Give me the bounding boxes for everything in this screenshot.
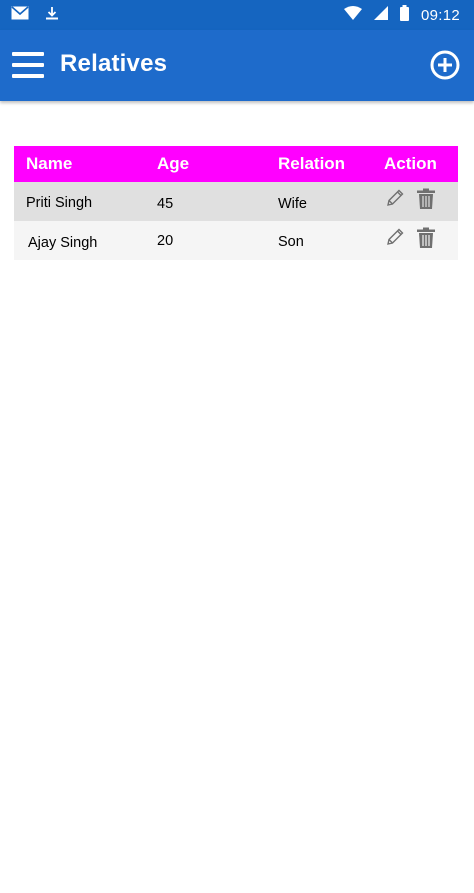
cell-relation: Son [278,234,304,250]
app-bar: Relatives [0,30,474,101]
table-header: Name Age Relation Action [14,146,458,182]
column-header-action: Action [384,154,437,173]
status-bar: 09:12 [0,0,474,30]
add-circle-icon[interactable] [430,50,460,80]
hamburger-menu-icon[interactable] [12,52,44,78]
signal-icon [373,6,388,24]
cell-name: Ajay Singh [28,235,98,251]
table-row: Ajay Singh 20 Son [14,221,458,260]
column-header-name: Name [26,154,73,173]
cell-name: Priti Singh [26,195,93,211]
cell-age: 45 [157,196,174,212]
delete-trash-icon[interactable] [416,227,436,249]
battery-icon [399,5,409,25]
mail-icon [11,6,29,25]
edit-pencil-icon[interactable] [385,188,405,210]
download-icon [45,6,59,25]
clock-time: 09:12 [420,6,460,24]
relatives-table: Name Age Relation Action Priti Singh 45 … [14,146,458,260]
column-header-relation: Relation [278,154,346,173]
page-title: Relatives [60,50,168,77]
edit-pencil-icon[interactable] [385,227,405,249]
cell-age: 20 [157,233,174,249]
column-header-age: Age [157,154,190,173]
delete-trash-icon[interactable] [416,188,436,210]
wifi-icon [343,6,362,24]
table-row: Priti Singh 45 Wife [14,182,458,221]
cell-relation: Wife [278,196,307,212]
